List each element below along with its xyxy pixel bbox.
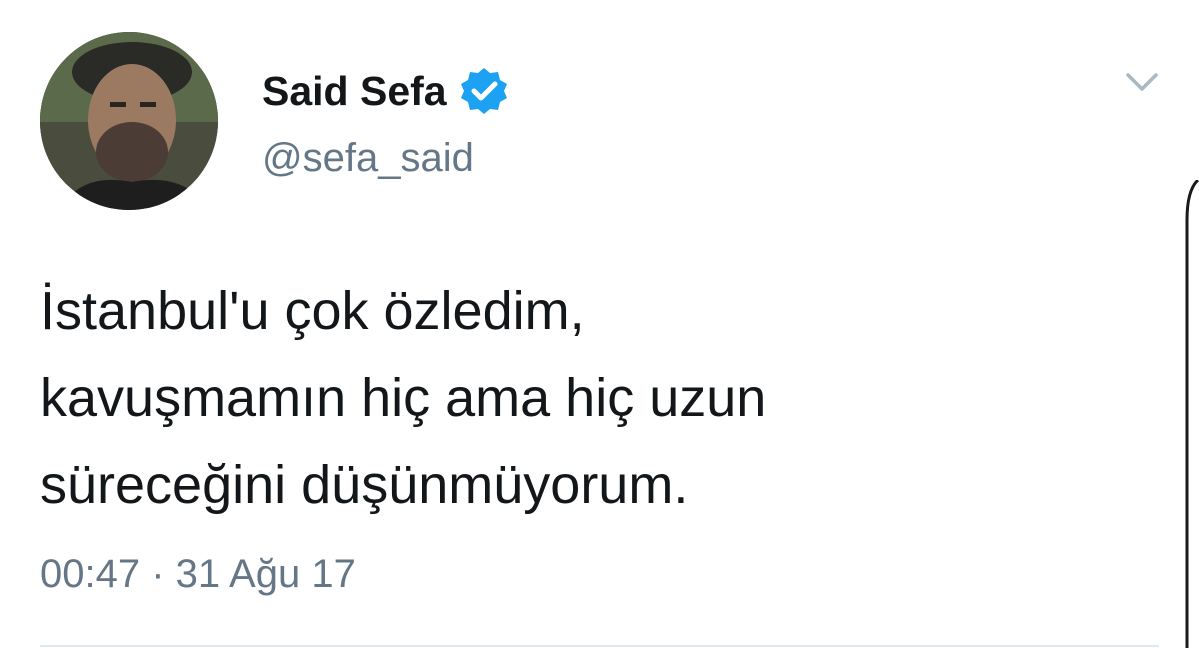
tweet-text-line: süreceğini düşünmüyorum.: [40, 455, 689, 515]
tweet-text: İstanbul'u çok özledim, kavuşmamın hiç a…: [40, 268, 1140, 529]
author-handle[interactable]: @sefa_said: [262, 136, 474, 181]
avatar-photo: [40, 32, 218, 210]
tweet-text-line: İstanbul'u çok özledim,: [40, 281, 585, 341]
divider: [40, 645, 1159, 647]
avatar[interactable]: [40, 32, 218, 210]
verified-badge-icon: [460, 68, 507, 114]
chevron-down-icon[interactable]: [1122, 62, 1162, 102]
screen-edge: [1185, 180, 1199, 648]
tweet-text-line: kavuşmamın hiç ama hiç uzun: [40, 368, 767, 428]
tweet-card: Said Sefa @sefa_said İstanbul'u çok özle…: [0, 0, 1199, 648]
display-name[interactable]: Said Sefa: [262, 66, 509, 116]
author-name[interactable]: Said Sefa: [262, 68, 447, 115]
tweet-timestamp[interactable]: 00:47 · 31 Ağu 17: [40, 552, 356, 597]
